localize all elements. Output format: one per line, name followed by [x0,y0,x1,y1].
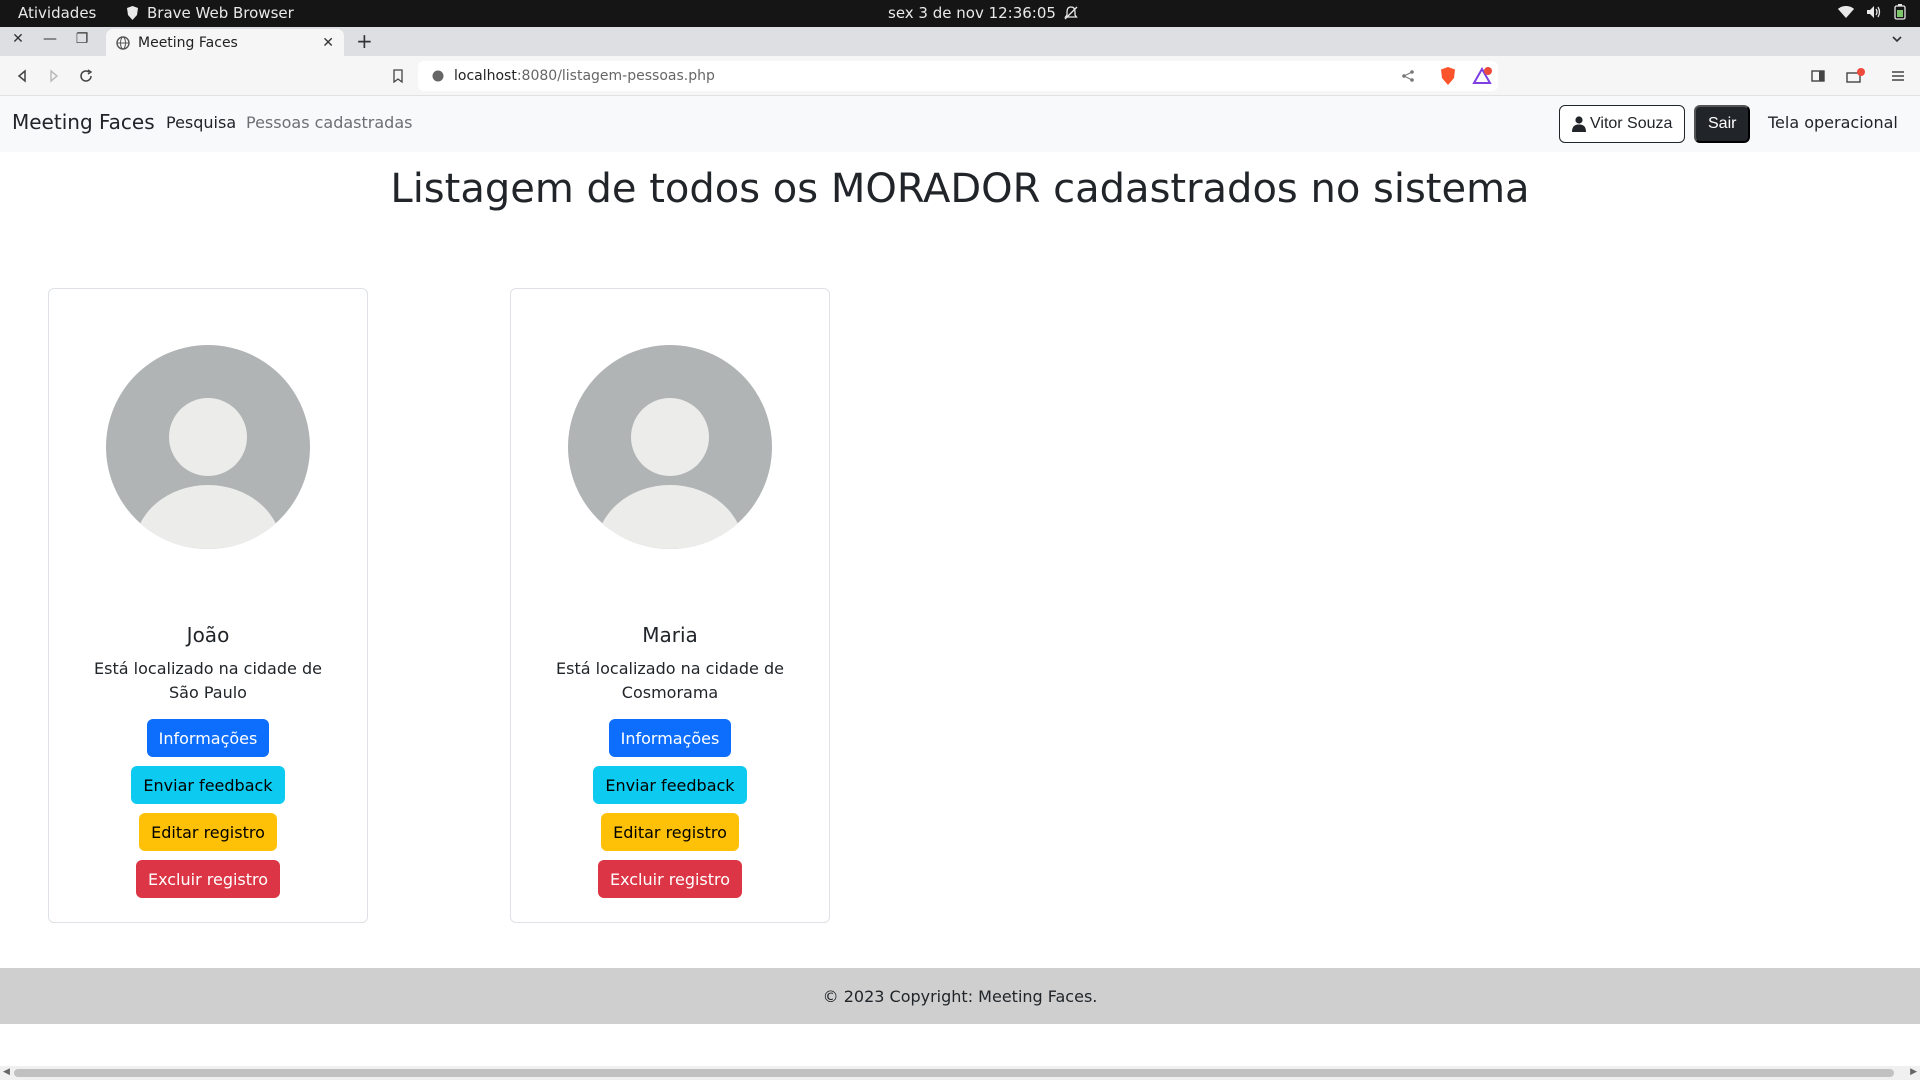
clock[interactable]: sex 3 de nov 12:36:05 [888,4,1078,22]
window-minimize-icon[interactable]: — [40,31,60,47]
chevron-down-icon[interactable] [1890,32,1904,46]
clock-text: sex 3 de nov 12:36:05 [888,4,1056,22]
share-icon[interactable] [1398,66,1418,86]
url-path: :8080/listagem-pessoas.php [516,68,715,84]
feedback-button[interactable]: Enviar feedback [131,766,285,804]
scroll-right-icon[interactable]: ▶ [1910,1067,1917,1077]
info-button[interactable]: Informações [608,719,732,757]
globe-icon [116,35,130,50]
tab-title: Meeting Faces [138,34,238,51]
window-close-icon[interactable]: ✕ [8,31,28,47]
person-card: Maria Está localizado na cidade de Cosmo… [510,288,830,923]
tab-strip: ✕ — ❐ Meeting Faces ✕ + [0,27,1920,56]
nav-link-pessoas-cadastradas[interactable]: Pessoas cadastradas [246,113,412,132]
delete-button[interactable]: Excluir registro [597,860,743,898]
site-info-icon[interactable] [432,70,444,82]
user-button[interactable]: Vitor Souza [1559,105,1686,143]
user-icon [1572,116,1586,132]
logout-button[interactable]: Sair [1694,105,1751,143]
wallet-icon[interactable] [1846,66,1866,86]
browser-toolbar: localhost:8080/listagem-pessoas.php [0,56,1920,96]
app-menu[interactable]: Brave Web Browser [126,4,294,22]
person-location: Está localizado na cidade de São Paulo [94,659,322,702]
user-button-label: Vitor Souza [1590,115,1673,132]
operational-screen-link[interactable]: Tela operacional [1768,113,1898,132]
system-top-bar: Atividades Brave Web Browser sex 3 de no… [0,0,1920,27]
info-button[interactable]: Informações [146,719,270,757]
battery-icon [1894,4,1906,20]
copyright-text: © 2023 Copyright: Meeting Faces. [822,986,1098,1006]
person-location: Está localizado na cidade de Cosmorama [556,659,784,702]
menu-icon[interactable] [1888,66,1908,86]
brave-rewards-icon[interactable] [1472,66,1492,86]
tab-close-icon[interactable]: ✕ [322,35,334,51]
address-bar[interactable]: localhost:8080/listagem-pessoas.php [418,61,1498,91]
bookmark-icon[interactable] [388,66,408,86]
brave-icon [127,6,138,20]
person-name: João [186,623,230,647]
forward-icon[interactable] [44,66,64,86]
edit-button[interactable]: Editar registro [601,813,739,851]
edit-button[interactable]: Editar registro [139,813,277,851]
back-icon[interactable] [12,66,32,86]
site-navbar: Meeting Faces Pesquisa Pessoas cadastrad… [0,96,1920,152]
url-host: localhost [454,68,517,84]
navbar-brand[interactable]: Meeting Faces [12,110,155,134]
app-name: Brave Web Browser [147,4,294,22]
sidebar-toggle-icon[interactable] [1808,66,1828,86]
avatar-placeholder-icon [568,345,772,549]
nav-link-pesquisa[interactable]: Pesquisa [166,113,236,132]
system-tray[interactable] [1838,4,1906,20]
horizontal-scrollbar[interactable]: ◀ ▶ [0,1066,1920,1080]
brave-shields-icon[interactable] [1438,66,1458,86]
avatar-placeholder-icon [106,345,310,549]
footer: © 2023 Copyright: Meeting Faces. [0,968,1920,1024]
feedback-button[interactable]: Enviar feedback [593,766,747,804]
reload-icon[interactable] [76,66,96,86]
window-restore-icon[interactable]: ❐ [72,31,92,47]
volume-icon [1867,6,1881,18]
activities-button[interactable]: Atividades [18,4,96,22]
page-title: Listagem de todos os MORADOR cadastrados… [390,166,1530,212]
new-tab-icon[interactable]: + [356,29,373,53]
tab-meeting-faces[interactable]: Meeting Faces ✕ [106,29,344,56]
wifi-icon [1838,6,1854,18]
notifications-off-icon [1064,6,1078,20]
person-card: João Está localizado na cidade de São Pa… [48,288,368,923]
scroll-left-icon[interactable]: ◀ [3,1067,10,1077]
delete-button[interactable]: Excluir registro [135,860,281,898]
person-name: Maria [642,623,698,647]
scrollbar-thumb[interactable] [14,1069,1894,1077]
